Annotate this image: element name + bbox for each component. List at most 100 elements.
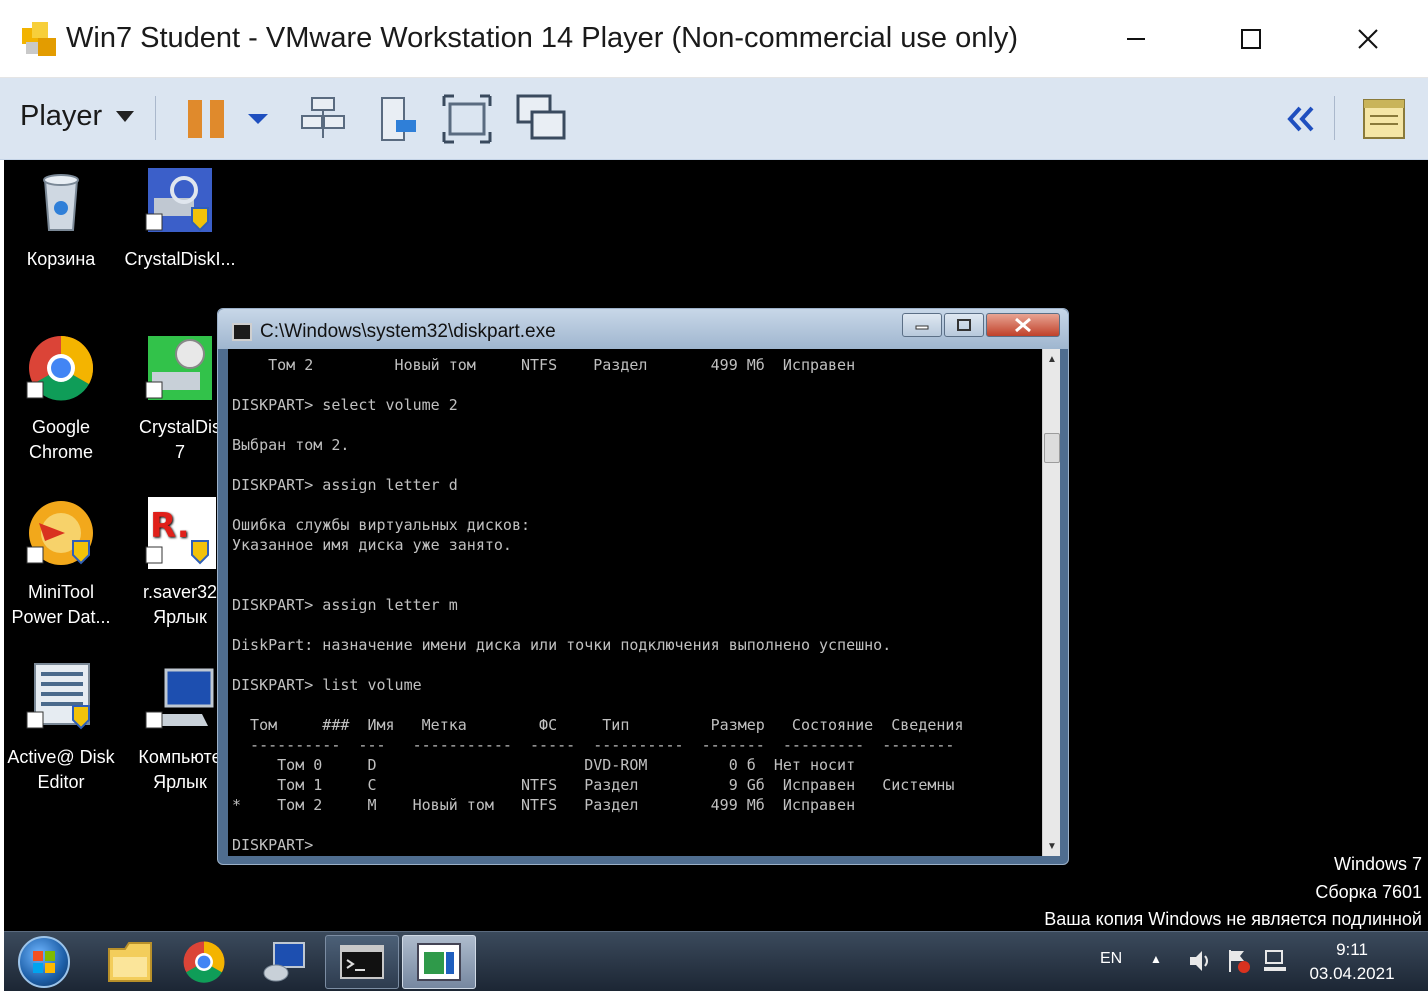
console-output[interactable]: Том 2 Новый том NTFS Раздел 499 Мб Испра… (228, 349, 1042, 856)
console-maximize-button[interactable] (944, 313, 984, 337)
collapse-double-chevron-icon[interactable] (1282, 94, 1322, 144)
close-icon (1015, 317, 1031, 333)
crystaldiskmark-icon (145, 336, 212, 400)
speaker-icon[interactable] (1188, 948, 1214, 974)
scroll-up-arrow-icon[interactable]: ▲ (1043, 349, 1061, 369)
console-line: Том 0 D DVD-ROM 0 б Нет носит (232, 756, 856, 774)
desktop-icon-label: Power Dat... (11, 607, 111, 627)
activation-watermark-line1: Windows 7 (1333, 854, 1422, 874)
maximize-icon (1241, 29, 1261, 49)
action-center-flag-icon[interactable] (1226, 948, 1252, 974)
desktop-icon-label: Active@ Disk (7, 747, 115, 767)
window-title: Win7 Student - VMware Workstation 14 Pla… (66, 22, 1018, 54)
notes-icon[interactable] (1360, 94, 1410, 144)
maximize-icon (957, 319, 971, 331)
chrome-icon (26, 336, 94, 401)
desktop-icon-label: Google (31, 417, 91, 437)
dropdown-arrow-icon[interactable] (236, 94, 280, 144)
toolbar-separator (1334, 96, 1335, 140)
command-prompt-icon (340, 945, 384, 979)
unity-icon[interactable] (516, 94, 566, 144)
player-menu-label: Player (20, 100, 103, 132)
network-computer-icon (263, 942, 305, 982)
console-line: DISKPART> select volume 2 (232, 396, 458, 414)
console-app-icon (232, 323, 252, 341)
maximize-button[interactable] (1222, 0, 1280, 78)
rsaver-icon: R. (145, 497, 216, 569)
desktop-icon-minitool[interactable]: MiniTool Power Dat... (4, 497, 120, 630)
console-minimize-button[interactable] (902, 313, 942, 337)
network-devices-icon[interactable] (298, 94, 348, 144)
console-title: C:\Windows\system32\diskpart.exe (260, 321, 556, 342)
taskbar-cmd-button[interactable] (325, 935, 399, 989)
network-status-icon[interactable] (1262, 948, 1288, 974)
chevron-down-icon (116, 110, 135, 122)
minimize-icon (915, 325, 929, 330)
fullscreen-icon[interactable] (442, 94, 492, 144)
console-line: * Том 2 M Новый том NTFS Раздел 499 Мб И… (232, 796, 856, 814)
console-titlebar[interactable]: C:\Windows\system32\diskpart.exe (218, 309, 1068, 349)
taskbar-network-button[interactable] (247, 935, 321, 989)
clock-time: 9:11 (1336, 940, 1368, 959)
desktop-icon-google-chrome[interactable]: Google Chrome (4, 332, 120, 465)
desktop-icon-label: Корзина (26, 249, 96, 269)
console-scrollbar[interactable]: ▲ ▼ (1042, 349, 1060, 856)
console-line: DISKPART> (232, 836, 323, 854)
vmware-titlebar: Win7 Student - VMware Workstation 14 Pla… (0, 0, 1428, 78)
computer-icon (145, 668, 214, 729)
vmware-toolbar: Player (0, 78, 1428, 160)
console-text: Том 2 Новый том NTFS Раздел 499 Мб Испра… (228, 349, 1042, 855)
console-line: ---------- --- ----------- ----- -------… (232, 736, 955, 754)
scrollbar-thumb[interactable] (1044, 433, 1060, 463)
diskpart-console-window[interactable]: C:\Windows\system32\diskpart.exe Том 2 Н… (217, 308, 1069, 865)
desktop-icon-label: CrystalDiskI... (124, 249, 236, 269)
console-line: DISKPART> assign letter d (232, 476, 458, 494)
console-line: Том 1 C NTFS Раздел 9 Gб Исправен Систем… (232, 776, 955, 794)
minimize-icon (1127, 38, 1145, 40)
crystaldiskinfo-icon (145, 168, 212, 232)
windows-logo-icon (33, 951, 55, 973)
pause-icon[interactable] (182, 94, 232, 144)
show-hidden-icons-icon[interactable]: ▲ (1150, 952, 1162, 966)
activation-watermark-line2: Сборка 7601 (1315, 882, 1422, 902)
minitool-icon (26, 501, 93, 565)
disk-editor-icon (26, 663, 90, 730)
scroll-down-arrow-icon[interactable]: ▼ (1043, 836, 1061, 856)
console-line: Выбран том 2. (232, 436, 350, 454)
minimize-button[interactable] (1107, 0, 1165, 78)
close-button[interactable] (1339, 0, 1397, 78)
taskbar-diskmgmt-button[interactable] (402, 935, 476, 989)
language-indicator[interactable]: EN (1100, 950, 1122, 968)
folder-icon (108, 942, 152, 982)
disk-management-icon (417, 943, 461, 981)
desktop-icon-crystaldiskinfo[interactable]: CrystalDiskI... (121, 164, 239, 272)
desktop-icon-active-disk-editor[interactable]: Active@ Disk Editor (4, 662, 120, 795)
desktop-icon-recycle-bin[interactable]: Корзина (4, 164, 120, 272)
clock-date: 03.04.2021 (1309, 964, 1395, 983)
recycle-bin-icon (43, 174, 79, 231)
console-line: Том ### Имя Метка ФС Тип Размер Состояни… (232, 716, 964, 734)
desktop-icon-label: Editor (37, 772, 85, 792)
console-line: DISKPART> list volume (232, 676, 422, 694)
start-button[interactable] (18, 936, 70, 988)
guest-desktop: Корзина CrystalDiskI... Google Chrome Cr… (4, 160, 1428, 931)
taskbar-explorer-button[interactable] (93, 935, 167, 989)
taskbar: EN ▲ 9:11 03.04.2021 (4, 931, 1428, 991)
player-menu[interactable]: Player (20, 100, 135, 133)
removable-device-icon[interactable] (374, 94, 424, 144)
console-line: Указанное имя диска уже занято. (232, 536, 512, 554)
system-clock[interactable]: 9:11 03.04.2021 (1302, 938, 1402, 986)
taskbar-chrome-button[interactable] (167, 935, 241, 989)
console-close-button[interactable] (986, 313, 1060, 337)
svg-text:R.: R. (150, 506, 190, 546)
console-line: Ошибка службы виртуальных дисков: (232, 516, 531, 534)
